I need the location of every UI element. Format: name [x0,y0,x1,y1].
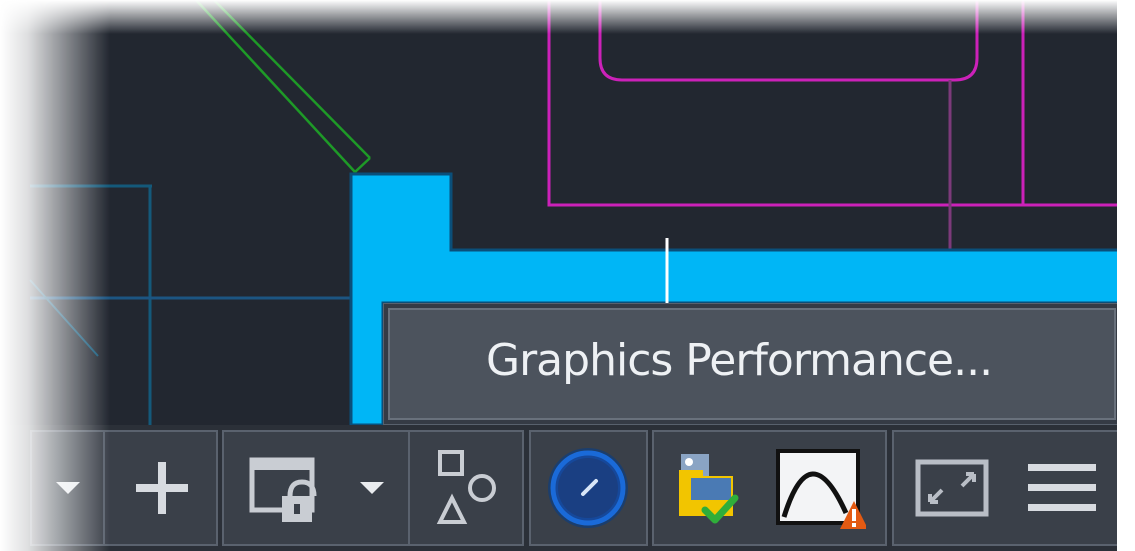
edge-fade-left [0,0,110,551]
tooltip-label: Graphics Performance... [486,335,993,386]
hamburger-menu-icon [1028,464,1096,511]
graphics-performance-tooltip: Graphics Performance... [383,303,1121,425]
hardware-acceleration-button[interactable] [538,440,638,536]
plus-icon [136,462,188,514]
snap-button[interactable] [110,440,214,536]
gauge-icon [548,448,628,528]
dropdown-button-2[interactable] [344,440,400,536]
separator [408,432,410,544]
graphics-performance-button[interactable] [758,440,878,536]
viewport-lock-icon [249,457,317,522]
isolate-objects-button[interactable] [416,440,516,536]
isolate-objects-icon [436,450,496,524]
folder-check-icon [679,454,739,524]
clean-screen-button[interactable] [902,440,1002,536]
fullscreen-icon [915,459,989,517]
chevron-down-icon [360,482,384,494]
tooltip-inner[interactable]: Graphics Performance... [388,308,1116,420]
autocad-workspace: Graphics Performance... [0,0,1135,551]
edge-fade-top [0,0,1135,34]
edge-fade-right [1117,0,1135,551]
curve-warning-icon [776,449,866,529]
viewport-lock-button[interactable] [236,440,336,536]
annotation-monitor-button[interactable] [662,440,750,536]
customization-button[interactable] [1012,440,1112,536]
